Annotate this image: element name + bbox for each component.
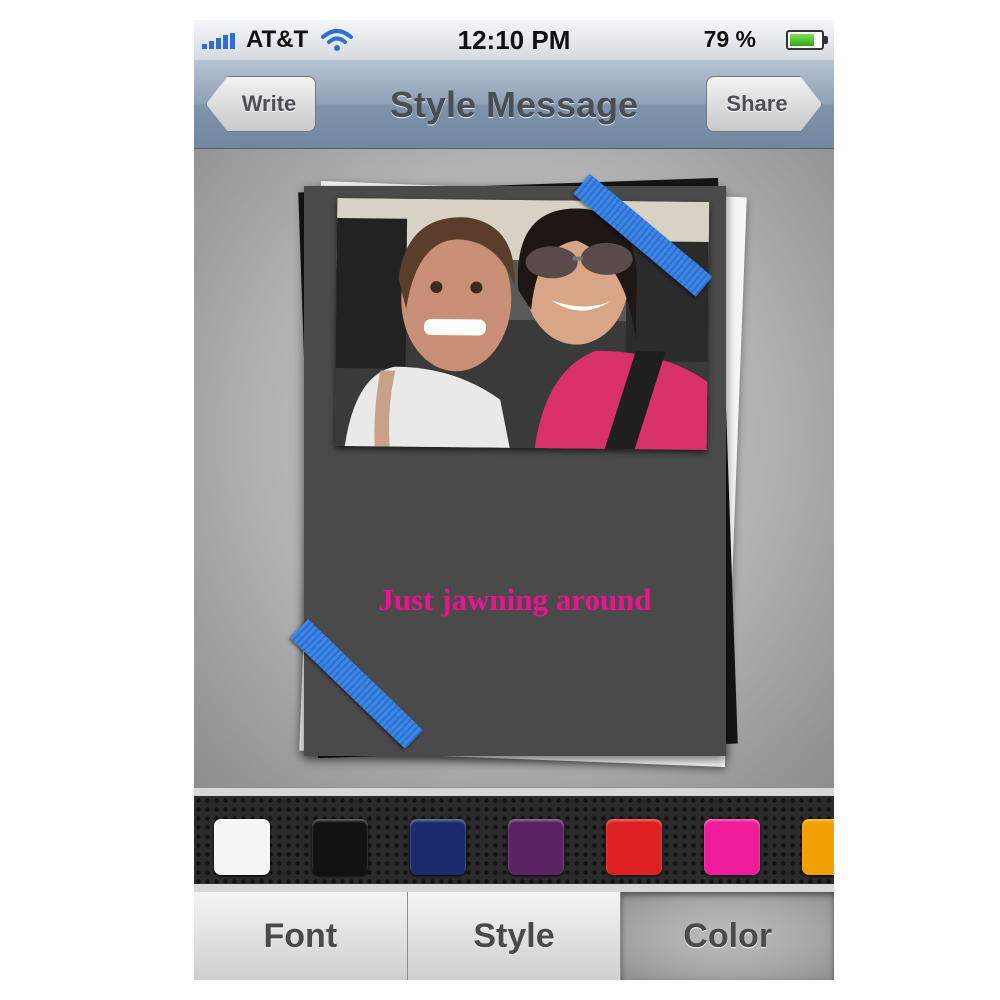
battery-percent: 79 % xyxy=(703,26,756,52)
phone-screen: AT&T 12:10 PM 79 % Write Style Message S… xyxy=(194,20,834,980)
color-palette-strip[interactable] xyxy=(194,788,834,892)
style-tabs: Font Style Color xyxy=(194,892,834,980)
color-swatch-red[interactable] xyxy=(606,819,662,875)
message-card[interactable]: Just jawning around xyxy=(304,186,726,756)
card-preview-area: Just jawning around xyxy=(194,149,834,787)
color-swatch-navy[interactable] xyxy=(410,819,466,875)
tab-font[interactable]: Font xyxy=(194,892,408,980)
status-bar: AT&T 12:10 PM 79 % xyxy=(194,20,834,61)
color-swatch-purple[interactable] xyxy=(508,819,564,875)
color-swatch-orange[interactable] xyxy=(802,819,834,875)
tab-color[interactable]: Color xyxy=(621,892,834,980)
share-button[interactable]: Share xyxy=(706,76,822,132)
card-message-text[interactable]: Just jawning around xyxy=(304,582,726,618)
color-swatch-black[interactable] xyxy=(312,819,368,875)
color-swatch-white[interactable] xyxy=(214,819,270,875)
battery-icon xyxy=(786,30,828,50)
tab-style[interactable]: Style xyxy=(407,892,622,980)
color-swatch-pink[interactable] xyxy=(704,819,760,875)
navigation-bar: Write Style Message Share xyxy=(194,60,834,149)
